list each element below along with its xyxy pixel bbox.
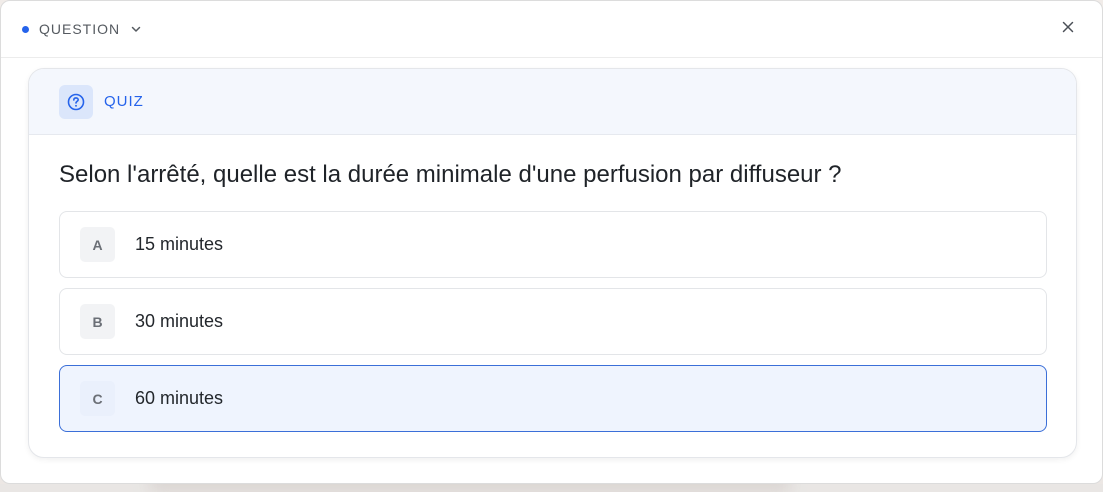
- answer-option-c[interactable]: C 60 minutes: [59, 365, 1047, 432]
- answer-option-b[interactable]: B 30 minutes: [59, 288, 1047, 355]
- option-text: 30 minutes: [135, 311, 224, 331]
- option-letter: B: [80, 304, 115, 339]
- chevron-down-icon: [130, 23, 142, 35]
- quiz-card-header: QUIZ: [29, 69, 1076, 135]
- option-letter: A: [80, 227, 115, 262]
- answer-option-a[interactable]: A 15 minutes: [59, 211, 1047, 278]
- question-type-label: QUESTION: [39, 21, 121, 37]
- question-panel: QUESTION QUIZ Selon l'arrêté, quelle est…: [0, 0, 1103, 484]
- quiz-section-label: QUIZ: [104, 93, 144, 110]
- question-type-dropdown[interactable]: QUESTION: [22, 21, 142, 37]
- status-dot: [22, 25, 29, 33]
- close-button[interactable]: [1058, 19, 1078, 39]
- question-circle-icon: [59, 84, 93, 119]
- option-text: 15 minutes: [135, 234, 224, 254]
- close-icon: [1062, 20, 1074, 38]
- quiz-card: QUIZ Selon l'arrêté, quelle est la durée…: [28, 68, 1077, 458]
- option-text: 60 minutes: [135, 388, 224, 408]
- panel-header: QUESTION: [1, 1, 1102, 58]
- option-letter: C: [80, 381, 115, 416]
- question-text: Selon l'arrêté, quelle est la durée mini…: [59, 161, 842, 188]
